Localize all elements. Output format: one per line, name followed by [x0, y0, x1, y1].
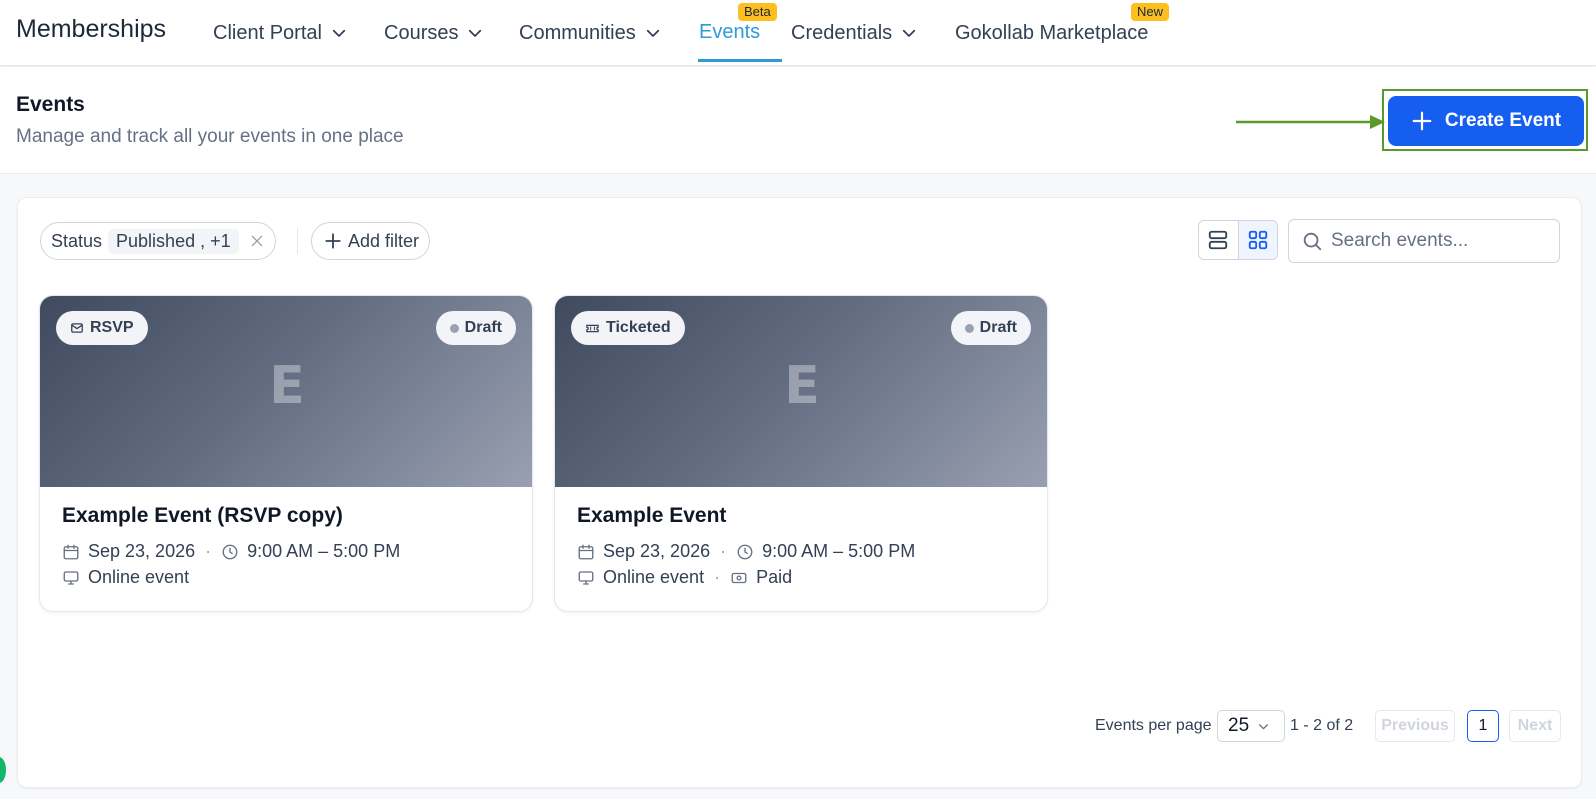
app-title: Memberships	[16, 15, 167, 43]
events-panel: Status Published , +1 Add filter E RSVP …	[17, 197, 1582, 788]
search-icon	[1303, 232, 1322, 251]
status-badge: Draft	[435, 311, 516, 345]
event-initial: E	[784, 356, 820, 416]
per-page-value: 25	[1228, 715, 1250, 736]
clock-icon	[222, 544, 238, 559]
calendar-icon	[63, 544, 79, 559]
status-label: Draft	[464, 319, 502, 336]
page-number-button[interactable]: 1	[1467, 710, 1499, 742]
new-badge: New	[1131, 3, 1170, 21]
event-location-label: Online event	[603, 567, 705, 587]
per-page-select[interactable]: 25	[1217, 710, 1285, 742]
grid-view-button[interactable]	[1237, 221, 1277, 259]
plus-icon	[325, 233, 341, 249]
nav-item-label: Gokollab Marketplace	[955, 21, 1149, 44]
status-dot	[449, 323, 459, 333]
status-dot	[964, 323, 974, 333]
status-badge: Draft	[950, 311, 1031, 345]
event-title: Example Event	[577, 504, 727, 527]
divider	[297, 228, 298, 254]
list-view-icon	[1209, 230, 1228, 250]
nav-item-label: Communities	[519, 21, 636, 44]
clock-icon	[737, 544, 753, 559]
next-button[interactable]: Next	[1509, 710, 1561, 742]
event-type-tag: Ticketed	[571, 311, 685, 345]
page-title: Events	[16, 93, 85, 116]
event-date: Sep 23, 2026	[88, 541, 196, 561]
search-input[interactable]	[1331, 230, 1551, 252]
chevron-down-icon	[1259, 723, 1269, 729]
create-event-label: Create Event	[1444, 110, 1562, 131]
event-location-label: Online event	[88, 567, 190, 587]
event-price: Paid	[756, 567, 793, 587]
meta-separator: ·	[720, 541, 727, 561]
status-label: Draft	[979, 319, 1017, 336]
active-tab-indicator	[698, 59, 782, 62]
nav-item-label: Credentials	[791, 21, 893, 44]
event-datetime: Sep 23, 2026 · 9:00 AM – 5:00 PM	[62, 541, 400, 562]
calendar-icon	[578, 544, 594, 559]
mail-icon	[71, 323, 83, 333]
list-view-button[interactable]	[1199, 221, 1238, 259]
chevron-down-icon	[646, 29, 659, 37]
nav-item-events[interactable]: Events	[699, 19, 760, 45]
grid-view-icon	[1248, 230, 1268, 250]
top-nav: Memberships Client Portal Courses Commun…	[0, 0, 1596, 66]
plus-icon	[1412, 111, 1432, 131]
meta-separator: ·	[205, 541, 212, 561]
page-subtitle: Manage and track all your events in one …	[16, 126, 404, 147]
beta-badge: Beta	[738, 3, 777, 21]
event-time: 9:00 AM – 5:00 PM	[247, 541, 401, 561]
filter-label: Status	[51, 230, 103, 251]
ticket-icon	[586, 324, 599, 332]
event-card[interactable]: E RSVP Draft Example Event (RSVP copy) S…	[39, 295, 533, 612]
nav-item-courses[interactable]: Courses	[384, 20, 484, 46]
event-time: 9:00 AM – 5:00 PM	[762, 541, 916, 561]
event-date: Sep 23, 2026	[603, 541, 711, 561]
arrow-annotation-icon	[1236, 115, 1385, 129]
nav-item-credentials[interactable]: Credentials	[791, 20, 918, 46]
close-icon[interactable]	[249, 233, 265, 249]
monitor-icon	[63, 570, 79, 585]
nav-item-label: Courses	[384, 21, 459, 44]
nav-item-label: Client Portal	[213, 21, 322, 44]
event-type-label: RSVP	[90, 319, 134, 336]
create-event-button[interactable]: Create Event	[1388, 96, 1584, 146]
nav-item-client-portal[interactable]: Client Portal	[213, 20, 348, 46]
help-widget[interactable]	[0, 757, 6, 783]
chevron-down-icon	[469, 29, 482, 37]
pagination-range: 1 - 2 of 2	[1290, 717, 1354, 734]
event-location: Online event · Paid	[577, 567, 792, 588]
nav-item-label: Events	[699, 20, 761, 43]
nav-item-marketplace[interactable]: Gokollab Marketplace	[955, 20, 1148, 46]
previous-button[interactable]: Previous	[1375, 710, 1455, 742]
view-toggle	[1198, 220, 1278, 260]
add-filter-button[interactable]: Add filter	[311, 222, 431, 260]
event-location: Online event	[62, 567, 189, 588]
event-title: Example Event (RSVP copy)	[62, 504, 343, 527]
meta-separator: ·	[714, 567, 721, 587]
event-card[interactable]: E Ticketed Draft Example Event Sep 23, 2…	[554, 295, 1048, 612]
add-filter-label: Add filter	[348, 230, 420, 251]
chevron-down-icon	[903, 29, 916, 37]
monitor-icon	[578, 570, 594, 585]
event-initial: E	[269, 356, 305, 416]
event-type-label: Ticketed	[606, 319, 671, 336]
per-page-label: Events per page	[1095, 717, 1212, 734]
nav-item-communities[interactable]: Communities	[519, 20, 662, 46]
event-datetime: Sep 23, 2026 · 9:00 AM – 5:00 PM	[577, 541, 915, 562]
event-type-tag: RSVP	[56, 311, 148, 345]
search-box	[1288, 219, 1560, 263]
money-icon	[731, 572, 747, 583]
status-filter-chip[interactable]: Status Published , +1	[40, 222, 276, 260]
filter-values: Published , +1	[108, 228, 239, 254]
chevron-down-icon	[332, 29, 346, 37]
